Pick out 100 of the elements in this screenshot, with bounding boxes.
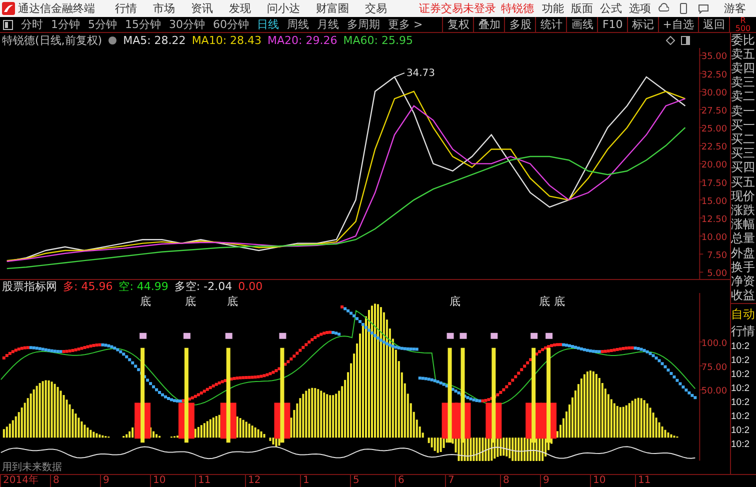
period-tab[interactable]: 30分钟 xyxy=(165,17,209,32)
menu-item[interactable]: 行情 xyxy=(115,1,137,16)
price-axis-label: 32.50 xyxy=(701,70,728,80)
tick-time: 10:2 xyxy=(731,340,750,354)
quote-label: 买四 xyxy=(731,161,756,174)
panel-toggle-icon[interactable] xyxy=(3,20,13,30)
chart-title: 特锐德(日线,前复权) xyxy=(2,33,102,48)
bottom-signal-label: 底 xyxy=(539,295,550,308)
quote-label: 卖四 xyxy=(731,62,756,75)
date-axis-label: 10 xyxy=(590,475,606,487)
indicator-title: 股票指标网 xyxy=(2,279,57,294)
quote-label: 买一 xyxy=(731,118,756,132)
tick-time: 10:2 xyxy=(731,424,750,438)
quote-label: 卖二 xyxy=(731,90,756,104)
quote-label: 涨幅 xyxy=(731,218,756,232)
date-axis-label: 9 xyxy=(540,475,550,487)
price-axis-label: 20.00 xyxy=(701,160,728,171)
tick-time: 10:2 xyxy=(731,410,750,424)
bottom-signal-label: 底 xyxy=(140,295,152,308)
period-tab[interactable]: 日线 xyxy=(253,17,283,32)
quote-label: 现价 xyxy=(731,190,756,203)
date-axis-label: 12 xyxy=(245,475,261,487)
quote-label: 卖五 xyxy=(731,48,756,61)
indicator-value: MA5: 28.22 xyxy=(123,34,186,47)
menu-item[interactable]: 公式 xyxy=(600,1,622,16)
menu-item[interactable]: 资讯 xyxy=(191,1,213,16)
quote-label: 涨跌 xyxy=(731,204,756,218)
price-axis-label: 27.50 xyxy=(701,106,728,116)
menu-item[interactable]: 发现 xyxy=(229,1,251,16)
date-axis-label: 8 xyxy=(50,475,60,487)
date-axis-label: 8 xyxy=(500,475,510,487)
period-tab[interactable]: 周线 xyxy=(283,17,313,32)
date-axis-label: 11 xyxy=(635,475,651,487)
quote-label: 委比 xyxy=(731,34,756,47)
menu-item[interactable]: 财富圈 xyxy=(316,1,349,16)
circle-icon[interactable] xyxy=(108,36,118,45)
menu-item[interactable]: 功能 xyxy=(542,1,564,16)
price-axis-label: 22.50 xyxy=(701,142,728,153)
period-tab[interactable]: 分时 xyxy=(17,17,47,32)
tick-time: 10:2 xyxy=(731,354,750,368)
period-tab[interactable]: 15分钟 xyxy=(121,17,165,32)
date-axis-label: 5 xyxy=(350,475,360,487)
indicator-reading: 空: 44.99 xyxy=(118,279,168,294)
peak-price-label: 34.73 xyxy=(406,68,436,79)
menu-item[interactable]: 交易 xyxy=(365,1,387,16)
quote-label: 换手 xyxy=(731,260,756,274)
quote-label: 买五 xyxy=(731,176,756,189)
stock-name: 特锐德 xyxy=(501,1,535,16)
bottom-signal-label: 底 xyxy=(184,295,196,308)
price-axis-label: 25.00 xyxy=(701,124,728,135)
indicator-value: MA60: 25.95 xyxy=(343,34,413,47)
quote-label: 收益 xyxy=(731,289,756,302)
mode-label: 自动 xyxy=(731,306,756,323)
phone-icon[interactable] xyxy=(678,3,689,14)
date-axis-label: 6 xyxy=(395,475,404,487)
indicator-reading: 多空: -2.04 xyxy=(174,279,232,294)
indicator-reading: 0.00 xyxy=(238,280,263,294)
quote-label: 净资 xyxy=(731,275,756,288)
date-axis-label: 10 xyxy=(150,475,166,487)
price-axis-label: 5.00 xyxy=(707,269,728,280)
indicator-axis-label: 100.0 xyxy=(701,339,728,350)
trade-status[interactable]: 证券交易未登录 xyxy=(419,1,496,16)
indicator-value: MA20: 29.26 xyxy=(268,34,338,47)
bottom-signal-label: 底 xyxy=(554,295,565,308)
tick-time: 10:2 xyxy=(731,438,750,452)
price-axis-label: 35.00 xyxy=(701,52,728,62)
menu-item[interactable]: 市场 xyxy=(153,1,175,16)
quote-tab[interactable]: 行情 xyxy=(731,323,756,340)
date-axis-label: 9 xyxy=(100,475,110,487)
price-axis-label: 7.50 xyxy=(707,251,728,262)
date-axis-label: 7 xyxy=(445,475,454,487)
tick-time: 10:2 xyxy=(731,382,750,396)
price-axis-label: 15.00 xyxy=(701,196,728,207)
menu-item[interactable]: 问小达 xyxy=(267,1,300,16)
cloud-icon[interactable] xyxy=(658,3,669,14)
indicator-axis-label: 75.00 xyxy=(701,363,728,374)
price-axis-label: 12.50 xyxy=(701,214,728,225)
date-axis-label: 1 xyxy=(300,475,310,487)
leader-line xyxy=(394,72,405,78)
date-axis-label: 2014年 xyxy=(0,475,38,487)
date-axis-label: 11 xyxy=(195,475,211,487)
quote-label: 买二 xyxy=(731,133,756,146)
period-tab[interactable]: 月线 xyxy=(313,17,343,32)
period-tab[interactable]: 60分钟 xyxy=(209,17,253,32)
bottom-signal-label: 底 xyxy=(226,295,238,308)
menu-item[interactable]: 选项 xyxy=(629,1,651,16)
user-name[interactable]: 游客 xyxy=(724,1,746,16)
indicator-value: MA10: 28.43 xyxy=(192,34,262,47)
period-tab[interactable]: 5分钟 xyxy=(84,17,121,32)
diamond-icon[interactable] xyxy=(666,36,675,45)
quote-label: 卖三 xyxy=(731,76,756,90)
period-tab[interactable]: 1分钟 xyxy=(47,17,84,32)
corner-value: 500 xyxy=(735,25,751,33)
indicator-axis-label: 50.00 xyxy=(701,387,728,398)
period-tab[interactable]: 多周期 xyxy=(343,17,384,32)
period-tab[interactable]: 更多 > xyxy=(384,17,427,32)
menu-item[interactable]: 版面 xyxy=(571,1,593,16)
chat-icon[interactable] xyxy=(698,3,709,14)
quote-label: 外盘 xyxy=(731,246,756,260)
panel-icon[interactable] xyxy=(681,36,690,45)
